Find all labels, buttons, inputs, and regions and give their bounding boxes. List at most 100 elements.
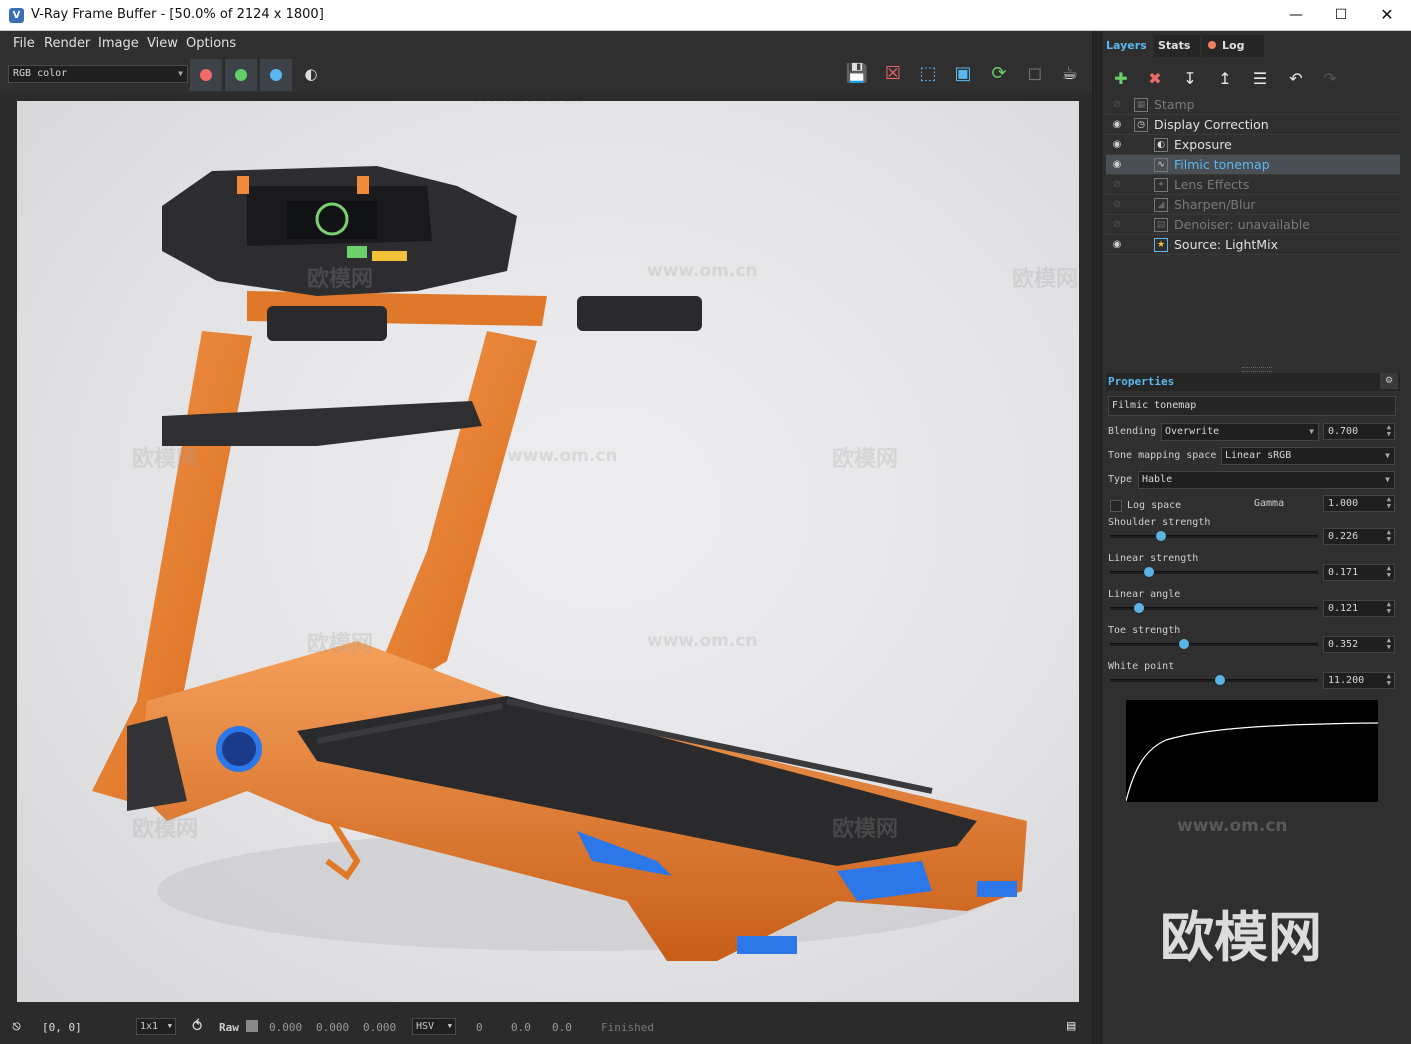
panel-splitter[interactable] — [1092, 31, 1102, 1044]
layer-name: Source: LightMix — [1174, 237, 1278, 252]
maximize-button[interactable]: ☐ — [1318, 0, 1364, 30]
eye-icon[interactable]: ◉ — [1110, 115, 1124, 135]
type-label: Type — [1108, 474, 1133, 485]
layer-name-value: Filmic tonemap — [1112, 400, 1197, 411]
color-picker-icon[interactable]: ⥀ — [192, 1017, 202, 1035]
tab-stats[interactable]: Stats — [1154, 35, 1200, 57]
alpha-channel-icon[interactable]: ◐ — [299, 62, 323, 86]
section-resize-handle[interactable] — [1242, 367, 1272, 372]
minimize-button[interactable]: — — [1273, 0, 1319, 30]
menu-view[interactable]: View — [147, 36, 178, 51]
slider-value-spinner[interactable]: 0.121 ▲ ▼ — [1323, 600, 1395, 617]
layer-presets-icon[interactable]: ☰ — [1247, 67, 1273, 91]
layer-row[interactable]: ◉ ◐ Exposure — [1106, 135, 1400, 155]
chevron-down-icon: ▼ — [447, 1022, 452, 1030]
log-panel-icon[interactable]: ▤ — [1067, 1018, 1075, 1034]
save-layers-icon[interactable]: ↧ — [1177, 67, 1203, 91]
render-teapot-icon[interactable]: ☕ — [1058, 62, 1082, 86]
layer-type-icon: ✦ — [1154, 178, 1168, 192]
color-space-select[interactable]: HSV ▼ — [412, 1018, 456, 1035]
eye-hidden-icon[interactable]: ⊘ — [1110, 175, 1124, 195]
raw-label: Raw — [219, 1021, 239, 1034]
red-channel-button[interactable] — [190, 59, 222, 91]
slider-label: White point — [1108, 661, 1175, 672]
slider-handle[interactable] — [1134, 603, 1144, 613]
properties-menu-icon[interactable]: ⚙ — [1380, 373, 1398, 389]
zoom-select[interactable]: 1x1 ▼ — [136, 1018, 176, 1035]
close-button[interactable]: ✕ — [1364, 0, 1410, 30]
slider-handle[interactable] — [1144, 567, 1154, 577]
menu-options[interactable]: Options — [186, 36, 236, 51]
tone-space-select[interactable]: Linear sRGB ▼ — [1221, 447, 1395, 465]
layer-name: Display Correction — [1154, 117, 1269, 132]
slider-handle[interactable] — [1156, 531, 1166, 541]
gamma-spinner[interactable]: 1.000 ▲ ▼ — [1323, 495, 1395, 512]
redo-icon[interactable]: ↷ — [1317, 67, 1343, 91]
menu-file[interactable]: File — [13, 36, 35, 51]
render-interactive-icon[interactable]: ⟳ — [987, 62, 1011, 86]
menu-render[interactable]: Render — [44, 36, 90, 51]
eye-icon[interactable]: ◉ — [1110, 155, 1124, 175]
blending-amount-spinner[interactable]: 0.700 ▲ ▼ — [1323, 423, 1395, 440]
undo-icon[interactable]: ↶ — [1283, 67, 1309, 91]
layer-name-field[interactable]: Filmic tonemap — [1108, 396, 1396, 416]
layer-row[interactable]: ◉ ★ Source: LightMix — [1106, 235, 1400, 255]
layer-name: Sharpen/Blur — [1174, 197, 1256, 212]
eye-hidden-icon[interactable]: ⊘ — [1110, 95, 1124, 115]
eye-hidden-icon[interactable]: ⊘ — [1110, 195, 1124, 215]
layer-row[interactable]: ⊘ ▤ Denoiser: unavailable — [1106, 215, 1400, 235]
slider-track[interactable] — [1110, 643, 1318, 646]
slider-value: 0.352 — [1328, 639, 1359, 650]
add-layer-icon[interactable]: ✚ — [1108, 67, 1134, 91]
delete-layer-icon[interactable]: ✖ — [1142, 67, 1168, 91]
spinner-arrows-icon: ▲ ▼ — [1386, 636, 1391, 651]
clear-image-icon[interactable]: ☒ — [881, 62, 905, 86]
slider-value-spinner[interactable]: 0.171 ▲ ▼ — [1323, 564, 1395, 581]
slider-value-spinner[interactable]: 0.226 ▲ ▼ — [1323, 528, 1395, 545]
stop-render-icon[interactable]: ◻ — [1023, 62, 1047, 86]
layer-row[interactable]: ◉ ◷ Display Correction — [1106, 115, 1400, 135]
slider-label: Linear angle — [1108, 589, 1181, 600]
layer-type-icon: ◢ — [1154, 198, 1168, 212]
track-mouse-icon[interactable]: ▣ — [951, 62, 975, 86]
menu-bar: File Render Image View Options — [0, 31, 1092, 56]
region-render-icon[interactable]: ⬚ — [916, 62, 940, 86]
log-space-checkbox[interactable] — [1110, 500, 1122, 512]
layer-row[interactable]: ◉ ∿ Filmic tonemap — [1106, 155, 1400, 175]
type-value: Hable — [1142, 474, 1173, 485]
eye-hidden-icon[interactable]: ⊘ — [1110, 215, 1124, 235]
blending-select[interactable]: Overwrite ▼ — [1161, 423, 1319, 441]
slider-handle[interactable] — [1215, 675, 1225, 685]
chevron-down-icon: ▼ — [1309, 427, 1314, 436]
slider-track[interactable] — [1110, 571, 1318, 574]
layer-row[interactable]: ⊘ ◢ Sharpen/Blur — [1106, 195, 1400, 215]
save-image-icon[interactable]: 💾 — [845, 62, 869, 86]
spinner-arrows-icon: ▲ ▼ — [1386, 423, 1391, 438]
tab-layers[interactable]: Layers — [1102, 35, 1154, 57]
layer-name: Denoiser: unavailable — [1174, 217, 1310, 232]
pixel-info-icon[interactable]: ⎋ — [12, 1017, 21, 1035]
eye-icon[interactable]: ◉ — [1110, 235, 1124, 255]
channel-select[interactable]: RGB color ▼ — [8, 65, 188, 83]
raw-color-swatch — [246, 1020, 258, 1032]
blue-channel-button[interactable] — [260, 59, 292, 91]
slider-track[interactable] — [1110, 535, 1318, 538]
properties-header: Properties ⚙ — [1106, 373, 1400, 391]
tab-log[interactable]: Log — [1202, 35, 1264, 57]
slider-value-spinner[interactable]: 0.352 ▲ ▼ — [1323, 636, 1395, 653]
menu-image[interactable]: Image — [98, 36, 139, 51]
slider-handle[interactable] — [1179, 639, 1189, 649]
layer-row[interactable]: ⊘ ▦ Stamp — [1106, 95, 1400, 115]
treadmill-render-image — [92, 166, 1027, 961]
green-channel-button[interactable] — [225, 59, 257, 91]
slider-track[interactable] — [1110, 679, 1318, 682]
load-layers-icon[interactable]: ↥ — [1212, 67, 1238, 91]
tab-layers-label: Layers — [1106, 39, 1147, 52]
red-dot-icon — [200, 69, 212, 81]
eye-icon[interactable]: ◉ — [1110, 135, 1124, 155]
render-viewport[interactable]: www.om.cn www.om.cn www.om.cn www.om.cn … — [0, 93, 1092, 1011]
type-select[interactable]: Hable ▼ — [1138, 471, 1395, 489]
slider-value-spinner[interactable]: 11.200 ▲ ▼ — [1323, 672, 1395, 689]
layer-row[interactable]: ⊘ ✦ Lens Effects — [1106, 175, 1400, 195]
hsv-value-s: 0.0 — [511, 1021, 531, 1034]
